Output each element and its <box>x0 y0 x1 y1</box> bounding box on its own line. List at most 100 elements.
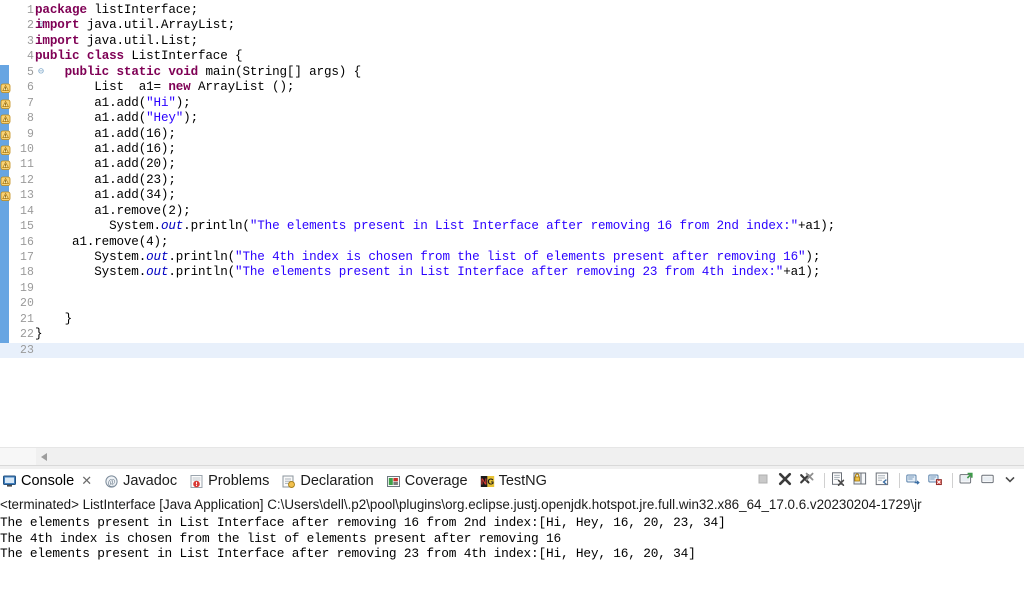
tab-testng[interactable]: N G TestNG <box>480 469 547 493</box>
code-line[interactable]: 11 a1.add(20); <box>0 157 1024 172</box>
code-text[interactable]: a1.remove(4); <box>35 235 168 250</box>
code-text[interactable]: } <box>35 327 43 342</box>
console-view-panel[interactable]: Console ✕ @ Javadoc Problems Declaration Cover… <box>0 465 1024 613</box>
code-line[interactable]: 18 System.out.println("The elements pres… <box>0 265 1024 280</box>
line-number: 15 <box>19 220 34 234</box>
code-text[interactable]: a1.add(20); <box>35 157 176 172</box>
toolbar-separator <box>952 473 953 488</box>
line-number: 6 <box>26 81 34 95</box>
console-icon <box>2 474 17 489</box>
code-line[interactable]: 10 a1.add(16); <box>0 142 1024 157</box>
svg-text:N: N <box>480 476 486 486</box>
code-line[interactable]: 2 ⊖ import java.util.ArrayList; <box>0 18 1024 33</box>
line-number: 2 <box>26 19 34 33</box>
code-line[interactable]: 9 a1.add(16); <box>0 127 1024 142</box>
console-output-line: The elements present in List Interface a… <box>0 515 726 530</box>
console-output-text[interactable]: The elements present in List Interface a… <box>0 515 1024 562</box>
code-line[interactable]: 3 import java.util.List; <box>0 34 1024 49</box>
tab-label: TestNG <box>498 473 547 489</box>
tab-label: Declaration <box>300 473 374 489</box>
declaration-icon <box>281 474 296 489</box>
code-text[interactable]: public class ListInterface { <box>35 49 243 64</box>
line-number: 3 <box>26 34 34 48</box>
code-text[interactable]: System.out.println("The 4th index is cho… <box>35 250 820 265</box>
code-line[interactable]: 8 a1.add("Hey"); <box>0 111 1024 126</box>
code-text[interactable]: a1.add("Hi"); <box>35 96 190 111</box>
line-number: 23 <box>19 343 34 357</box>
code-text[interactable]: package listInterface; <box>35 3 198 18</box>
svg-text:G: G <box>487 476 494 486</box>
line-number: 12 <box>19 173 34 187</box>
code-line[interactable]: 23 <box>0 342 1024 359</box>
coverage-icon <box>386 474 401 489</box>
line-number: 14 <box>19 204 34 218</box>
code-text[interactable]: List a1= new ArrayList (); <box>35 80 294 95</box>
tab-label: Coverage <box>404 473 468 489</box>
line-number: 10 <box>19 142 34 156</box>
show-console-on-output-button[interactable] <box>905 471 925 491</box>
active-tab-underline <box>0 492 136 494</box>
console-output-line: The elements present in List Interface a… <box>0 546 696 562</box>
code-text[interactable]: import java.util.List; <box>35 34 198 49</box>
code-line[interactable]: 15 System.out.println("The elements pres… <box>0 219 1024 234</box>
tab-problems[interactable]: Problems <box>189 469 269 493</box>
line-number: 8 <box>26 112 34 126</box>
close-icon[interactable]: ✕ <box>81 473 92 489</box>
code-text[interactable]: a1.add(16); <box>35 142 176 157</box>
toolbar-separator <box>824 473 825 488</box>
line-number: 21 <box>19 312 34 326</box>
tab-console[interactable]: Console ✕ <box>2 469 92 493</box>
code-line[interactable]: 16 a1.remove(4); <box>0 235 1024 250</box>
line-number: 5 <box>26 65 34 79</box>
open-console-button[interactable] <box>958 471 978 491</box>
code-line[interactable]: 14 a1.remove(2); <box>0 204 1024 219</box>
code-line[interactable]: 7 a1.add("Hi"); <box>0 96 1024 111</box>
code-line[interactable]: 6 List a1= new ArrayList (); <box>0 80 1024 95</box>
tab-label: Javadoc <box>123 473 178 489</box>
clear-console-button[interactable] <box>830 471 850 491</box>
code-text[interactable]: a1.add(23); <box>35 173 176 188</box>
code-text[interactable]: import java.util.ArrayList; <box>35 18 235 33</box>
code-text[interactable]: a1.add(16); <box>35 127 176 142</box>
code-line[interactable]: 20 <box>0 296 1024 311</box>
code-line[interactable]: 4 public class ListInterface { <box>0 49 1024 64</box>
console-toolbar[interactable] <box>755 469 1022 492</box>
line-number: 7 <box>26 96 34 110</box>
line-number: 19 <box>19 281 34 295</box>
code-line[interactable]: 13 a1.add(34); <box>0 188 1024 203</box>
code-text[interactable]: } <box>35 312 73 327</box>
line-number: 1 <box>26 4 34 17</box>
code-line[interactable]: 5 ⊖ public static void main(String[] args… <box>0 65 1024 80</box>
code-text[interactable]: System.out.println("The elements present… <box>35 265 820 280</box>
view-menu-button[interactable] <box>1002 471 1022 491</box>
code-line[interactable]: 21 } <box>0 312 1024 327</box>
scroll-lock-button[interactable] <box>852 471 872 491</box>
terminated-process-label: <terminated> ListInterface [Java Applica… <box>0 497 922 512</box>
word-wrap-button[interactable] <box>874 471 894 491</box>
code-text[interactable]: System.out.println("The elements present… <box>35 219 835 234</box>
problems-icon <box>189 474 204 489</box>
tab-declaration[interactable]: Declaration <box>281 469 374 493</box>
code-line[interactable]: 12 a1.add(23); <box>0 173 1024 188</box>
toolbar-separator <box>899 473 900 488</box>
code-line[interactable]: 1 package listInterface; <box>0 3 1024 18</box>
scroll-left-arrow-icon[interactable] <box>36 448 53 465</box>
display-selected-console-button[interactable] <box>980 471 1000 491</box>
code-text[interactable]: a1.add("Hey"); <box>35 111 198 126</box>
code-line[interactable]: 22} <box>0 327 1024 342</box>
code-lines-container[interactable]: 1 package listInterface; 2 ⊖ import java.uti… <box>0 3 1024 359</box>
code-text[interactable]: public static void main(String[] args) { <box>35 65 362 80</box>
code-line[interactable]: 17 System.out.println("The 4th index is … <box>0 250 1024 265</box>
line-number: 4 <box>26 50 34 64</box>
editor-horizontal-scrollbar[interactable] <box>0 447 1024 465</box>
remove-launch-button[interactable] <box>777 471 797 491</box>
remove-all-terminated-button[interactable] <box>799 471 819 491</box>
tab-javadoc[interactable]: @ Javadoc <box>104 469 177 493</box>
tab-coverage[interactable]: Coverage <box>386 469 468 493</box>
code-text[interactable]: a1.remove(2); <box>35 204 190 219</box>
code-line[interactable]: 19 <box>0 281 1024 296</box>
editor-scroll-area[interactable]: 1 package listInterface; 2 ⊖ import java.uti… <box>0 0 1024 447</box>
java-source-editor[interactable]: 1 package listInterface; 2 ⊖ import java.uti… <box>0 0 1024 447</box>
code-text[interactable]: a1.add(34); <box>35 188 176 203</box>
pin-console-button[interactable] <box>927 471 947 491</box>
